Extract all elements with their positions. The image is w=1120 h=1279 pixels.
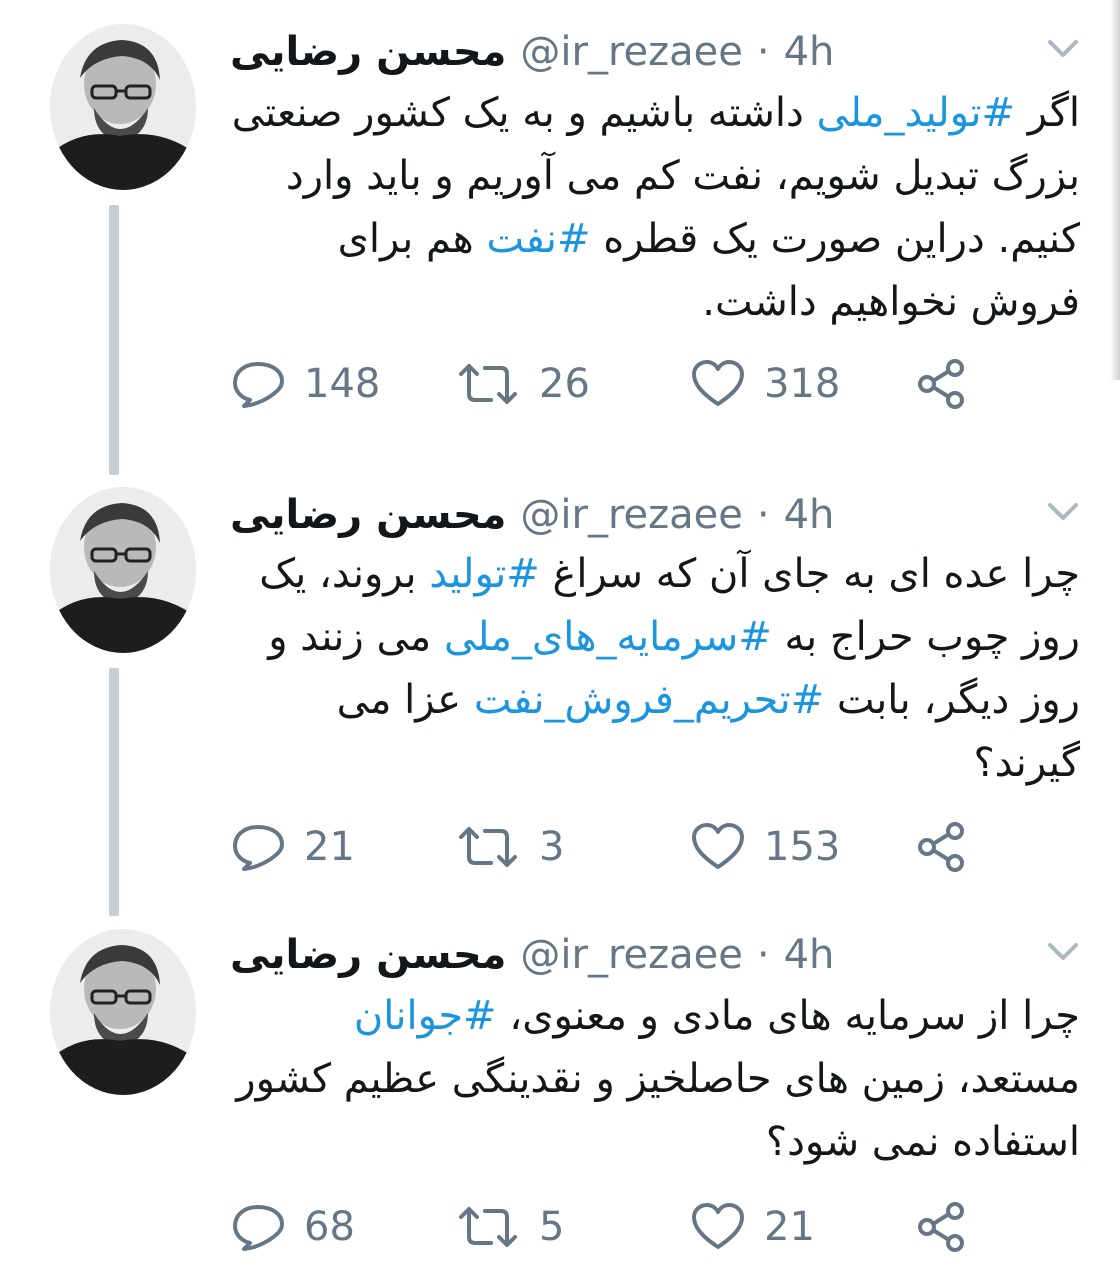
heart-icon (692, 823, 744, 869)
tweet-header: محسن رضایی @ir_rezaee · 4h (230, 22, 834, 82)
retweet-arrows-icon (459, 364, 517, 404)
retweet-button[interactable]: 3 (455, 817, 564, 877)
avatar[interactable] (50, 929, 196, 1095)
tweet[interactable]: محسن رضایی @ir_rezaee · 4h اگر #تولید_مل… (0, 22, 1120, 462)
tweet[interactable]: محسن رضایی @ir_rezaee · 4h چرا از سرمایه… (0, 925, 1120, 1265)
like-button[interactable]: 153 (690, 817, 840, 877)
share-nodes-icon (918, 1202, 964, 1252)
reply-button[interactable]: 21 (230, 817, 355, 877)
timestamp[interactable]: 4h (784, 932, 835, 978)
retweet-arrows-icon (459, 827, 517, 867)
retweet-count: 3 (539, 824, 565, 870)
avatar-portrait-icon (50, 24, 196, 190)
avatar[interactable] (50, 24, 196, 190)
retweet-button[interactable]: 26 (455, 354, 590, 414)
share-button[interactable] (915, 354, 971, 414)
avatar[interactable] (50, 487, 196, 653)
hashtag-link[interactable]: #سرمایه_های_ملی (444, 614, 772, 660)
tweet[interactable]: محسن رضایی @ir_rezaee · 4h چرا عده ای به… (0, 485, 1120, 905)
display-name[interactable]: محسن رضایی (230, 492, 506, 538)
user-handle[interactable]: @ir_rezaee (520, 932, 742, 978)
retweet-count: 5 (539, 1204, 565, 1250)
reply-button[interactable]: 148 (230, 354, 380, 414)
avatar-portrait-icon (50, 487, 196, 653)
chevron-down-icon[interactable] (1040, 28, 1086, 68)
user-handle[interactable]: @ir_rezaee (520, 29, 742, 75)
text-segment: چرا از سرمایه های مادی و معنوی، (496, 993, 1080, 1039)
tweet-text: اگر #تولید_ملی داشته باشیم و به یک کشور … (220, 82, 1080, 334)
meta-separator: · (756, 492, 770, 538)
tweet-header: محسن رضایی @ir_rezaee · 4h (230, 485, 834, 545)
speech-bubble-icon (233, 825, 284, 871)
hashtag-link[interactable]: #نفت (486, 216, 590, 262)
meta-separator: · (756, 29, 770, 75)
text-segment: مستعد، زمین های حاصلخیز و نقدینگی عظیم ک… (236, 1056, 1080, 1165)
reply-count: 68 (304, 1204, 355, 1250)
like-count: 318 (764, 361, 841, 407)
meta-separator: · (756, 932, 770, 978)
hashtag-link[interactable]: #تولید (429, 551, 540, 597)
tweet-actions: 148 26 318 (0, 354, 1120, 414)
heart-icon (692, 360, 744, 406)
display-name[interactable]: محسن رضایی (230, 932, 506, 978)
like-count: 21 (764, 1204, 815, 1250)
tweet-actions: 21 3 153 (0, 817, 1120, 877)
text-segment: چرا عده ای به جای آن که سراغ (539, 551, 1080, 597)
chevron-down-icon[interactable] (1040, 491, 1086, 531)
timestamp[interactable]: 4h (784, 492, 835, 538)
tweet-text: چرا عده ای به جای آن که سراغ #تولید برون… (220, 543, 1080, 795)
hashtag-link[interactable]: #جوانان (354, 993, 497, 1039)
share-button[interactable] (915, 817, 971, 877)
hashtag-link[interactable]: #تولید_ملی (816, 90, 1015, 136)
reply-count: 21 (304, 824, 355, 870)
heart-icon (692, 1203, 744, 1249)
hashtag-link[interactable]: #تحریم_فروش_نفت (474, 677, 824, 723)
speech-bubble-icon (233, 1205, 284, 1251)
timestamp[interactable]: 4h (784, 29, 835, 75)
share-nodes-icon (918, 359, 964, 409)
tweet-actions: 68 5 21 (0, 1197, 1120, 1257)
reply-button[interactable]: 68 (230, 1197, 355, 1257)
share-button[interactable] (915, 1197, 971, 1257)
reply-count: 148 (304, 361, 381, 407)
share-nodes-icon (918, 822, 964, 872)
retweet-count: 26 (539, 361, 590, 407)
user-handle[interactable]: @ir_rezaee (520, 492, 742, 538)
retweet-button[interactable]: 5 (455, 1197, 564, 1257)
like-button[interactable]: 21 (690, 1197, 815, 1257)
display-name[interactable]: محسن رضایی (230, 29, 506, 75)
like-button[interactable]: 318 (690, 354, 840, 414)
avatar-portrait-icon (50, 929, 196, 1095)
chevron-down-icon[interactable] (1040, 931, 1086, 971)
text-segment: اگر (1015, 90, 1080, 136)
tweet-header: محسن رضایی @ir_rezaee · 4h (230, 925, 834, 985)
retweet-arrows-icon (459, 1207, 517, 1247)
like-count: 153 (764, 824, 841, 870)
tweet-text: چرا از سرمایه های مادی و معنوی، #جوانان … (220, 985, 1080, 1174)
speech-bubble-icon (233, 362, 284, 408)
